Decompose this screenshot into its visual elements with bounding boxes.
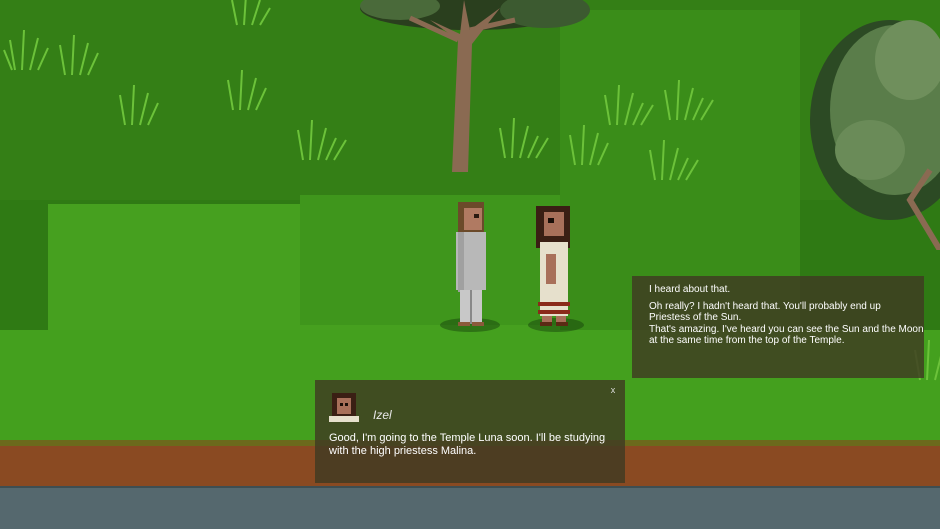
close-icon[interactable]: x: [608, 385, 618, 395]
tuft-icon: [297, 119, 347, 161]
river-water: [0, 488, 940, 529]
tuft-icon: [119, 84, 159, 126]
dialog-box[interactable]: x Izel Good, I'm going to the Temple Lun…: [315, 380, 625, 483]
tuft-icon: [3, 29, 49, 71]
dialog-history-panel: I heard about that. Oh really? I hadn't …: [632, 276, 924, 378]
history-line: I heard about that.: [649, 284, 731, 295]
tuft-icon: [227, 69, 267, 111]
tree-center-icon: [360, 0, 590, 172]
speaker-name: Izel: [373, 408, 392, 422]
bush-tree-right-icon: [810, 20, 940, 250]
speaker-portrait-icon: [329, 393, 359, 422]
male-character-icon[interactable]: [448, 200, 494, 330]
tuft-icon: [649, 139, 699, 181]
dialog-text: Good, I'm going to the Temple Luna soon.…: [329, 432, 606, 457]
izel-character-icon[interactable]: [530, 204, 578, 330]
history-line: That's amazing. I've heard you can see t…: [649, 323, 924, 347]
tuft-icon: [604, 84, 654, 126]
history-line: Oh really? I hadn't heard that. You'll p…: [649, 300, 881, 324]
tuft-icon: [664, 79, 714, 121]
tuft-icon: [231, 0, 271, 26]
tuft-icon: [59, 34, 99, 76]
